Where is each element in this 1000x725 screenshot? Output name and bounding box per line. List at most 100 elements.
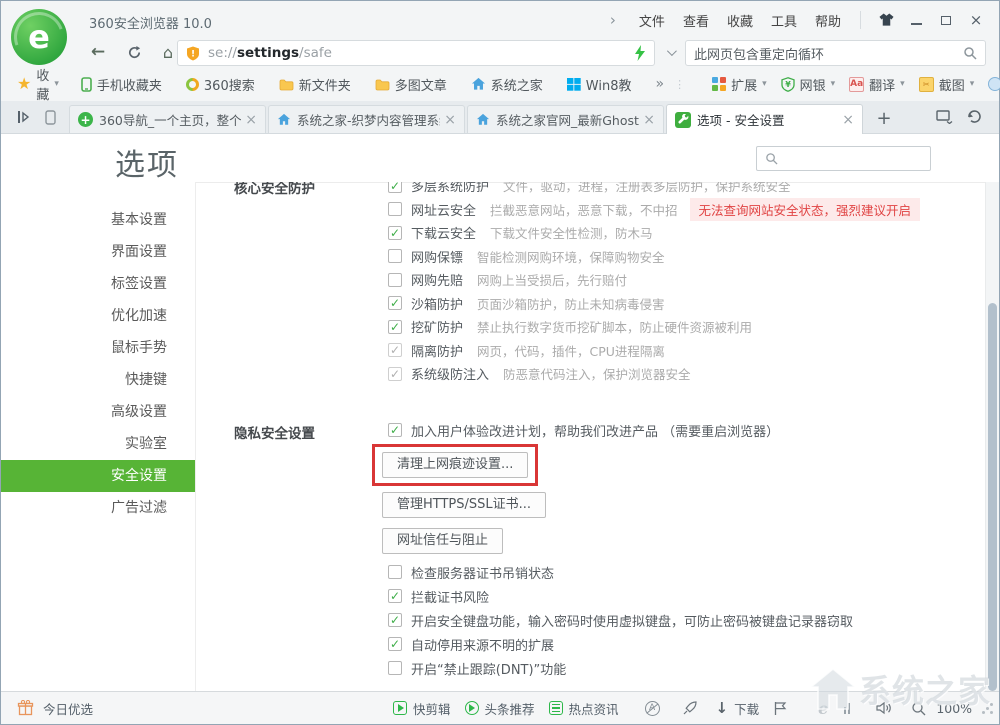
setting-row-ux-program[interactable]: ✓ 加入用户体验改进计划，帮助我们改进产品 （需要重启浏览器） (388, 419, 985, 441)
speaker-icon[interactable] (876, 701, 893, 715)
checkbox[interactable]: ✓ (388, 202, 402, 216)
url-trust-block-button[interactable]: 网址信任与阻止 (382, 528, 503, 554)
manage-certificates-button[interactable]: 管理HTTPS/SSL证书... (382, 492, 546, 518)
tab-list-icon[interactable] (929, 105, 959, 129)
tab-close-icon[interactable]: × (245, 112, 257, 128)
menu-help[interactable]: 帮助 (815, 11, 841, 30)
new-tab-button[interactable]: + (869, 105, 899, 131)
browser-logo-icon[interactable]: e (11, 9, 67, 65)
setting-row-disable-unknown-ext[interactable]: ✓ 自动停用来源不明的扩展 (388, 632, 985, 656)
setting-row-cert-risk[interactable]: ✓ 拦截证书风险 (388, 584, 985, 608)
setting-row-dnt[interactable]: ✓ 开启“禁止跟踪(DNT)”功能 (388, 656, 985, 680)
checkbox[interactable]: ✓ (388, 273, 402, 287)
ie-compat-icon[interactable]: e (818, 699, 828, 718)
bookmark-360-search[interactable]: 360搜索 (186, 75, 255, 94)
download-button[interactable]: ↓ 下载 (716, 699, 760, 718)
checkbox[interactable]: ✓ (388, 637, 402, 651)
speed-lightning-icon[interactable] (634, 45, 646, 61)
back-button[interactable]: ← (83, 39, 113, 65)
resize-grip[interactable] (982, 703, 993, 714)
url-field[interactable]: ! se://settings/safe (177, 40, 655, 66)
bookmark-mobile-favorites[interactable]: 手机收藏夹 (81, 75, 162, 94)
favorites-menu[interactable]: ★ 收藏 ▾ (17, 65, 59, 103)
setting-row-sandbox[interactable]: ✓ 沙箱防护 页面沙箱防护，防止未知病毒侵害 (388, 292, 985, 316)
sidebar-toggle-icon[interactable] (11, 105, 37, 129)
setting-row-download-cloud[interactable]: ✓ 下载云安全 下载文件安全性检测，防木马 (388, 221, 985, 245)
sidebar-item-ad-filter[interactable]: 广告过滤 (1, 492, 195, 524)
flag-report-icon[interactable] (773, 701, 788, 716)
browser-search-field[interactable]: 此网页包含重定向循环 (685, 40, 986, 66)
translate-button[interactable]: Aa 翻译 ▾ (849, 75, 905, 94)
sidebar-item-optimize[interactable]: 优化加速 (1, 300, 195, 332)
sidebar-item-interface[interactable]: 界面设置 (1, 236, 195, 268)
setting-row-anti-injection[interactable]: ✓ 系统级防注入 防恶意代码注入，保护浏览器安全 (388, 362, 985, 386)
checkbox[interactable]: ✓ (388, 589, 402, 603)
checkbox[interactable]: ✓ (388, 613, 402, 627)
close-button[interactable]: × (961, 8, 991, 32)
bookmark-multi-image[interactable]: 多图文章 (375, 75, 447, 94)
reopen-closed-tab-icon[interactable] (959, 105, 989, 129)
menu-view[interactable]: 查看 (683, 11, 709, 30)
login-manager-button[interactable]: 登录管家 (988, 75, 1000, 94)
bookmark-new-folder[interactable]: 新文件夹 (279, 75, 351, 94)
sidebar-item-security[interactable]: 安全设置 (1, 460, 195, 492)
checkbox[interactable]: ✓ (388, 423, 402, 437)
tab-close-icon[interactable]: × (444, 112, 456, 128)
screenshot-button[interactable]: ✂ 截图 ▾ (919, 75, 975, 94)
mobile-view-icon[interactable] (37, 105, 63, 129)
setting-row-mining-protect[interactable]: ✓ 挖矿防护 禁止执行数字货币挖矿脚本，防止硬件资源被利用 (388, 315, 985, 339)
maximize-button[interactable] (931, 8, 961, 32)
skin-icon[interactable] (871, 8, 901, 32)
tab-close-icon[interactable]: × (643, 112, 655, 128)
setting-row-shopping-compensate[interactable]: ✓ 网购先赔 网购上当受损后，先行赔付 (388, 268, 985, 292)
checkbox[interactable]: ✓ (388, 182, 402, 193)
scrollbar-thumb[interactable] (988, 303, 997, 691)
setting-row-isolation[interactable]: ✓ 隔离防护 网页，代码，插件，CPU进程隔离 (388, 339, 985, 363)
today-picks-button[interactable]: 今日优选 (17, 692, 93, 724)
menu-file[interactable]: 文件 (639, 11, 665, 30)
tab-360-nav[interactable]: + 360导航_一个主页，整个世 × (69, 105, 266, 133)
tab-xitongzhijia-official[interactable]: 系统之家官网_最新Ghost X × (467, 105, 664, 133)
sidebar-item-tabs[interactable]: 标签设置 (1, 268, 195, 300)
url-dropdown-caret[interactable] (661, 43, 679, 61)
menu-tools[interactable]: 工具 (771, 11, 797, 30)
settings-search-input[interactable] (756, 146, 931, 171)
checkbox[interactable]: ✓ (388, 565, 402, 579)
checkbox[interactable]: ✓ (388, 226, 402, 240)
tab-xitongzhijia-cms[interactable]: 系统之家-织梦内容管理系统 × (268, 105, 465, 133)
minimize-button[interactable] (901, 8, 931, 32)
hot-news-button[interactable]: 热点资讯 (549, 699, 619, 718)
setting-row-shopping-guard[interactable]: ✓ 网购保镖 智能检测网购环境，保障购物安全 (388, 245, 985, 269)
tab-options-security[interactable]: 选项 - 安全设置 × (666, 104, 863, 134)
setting-row-safe-keyboard[interactable]: ✓ 开启安全键盘功能，输入密码时使用虚拟键盘，可防止密码被键盘记录器窃取 (388, 608, 985, 632)
checkbox[interactable]: ✓ (388, 320, 402, 334)
netbank-button[interactable]: ¥ 网银 ▾ (781, 75, 836, 94)
scrollbar-track[interactable] (985, 182, 999, 693)
checkbox[interactable]: ✓ (388, 661, 402, 675)
ad-filter-icon[interactable]: A (645, 701, 660, 716)
boost-rocket-icon[interactable] (682, 700, 698, 716)
zoom-search-icon[interactable] (911, 701, 926, 716)
refresh-button[interactable] (119, 39, 149, 65)
sidebar-item-advanced[interactable]: 高级设置 (1, 396, 195, 428)
setting-row-url-cloud[interactable]: ✓ 网址云安全 拦截恶意网站，恶意下载，不中招 无法查询网站安全状态，强烈建议开… (388, 198, 985, 222)
search-icon[interactable] (963, 46, 977, 60)
sidebar-item-basic[interactable]: 基本设置 (1, 204, 195, 236)
zoom-level[interactable]: 100% (936, 701, 972, 716)
clear-traces-button[interactable]: 清理上网痕迹设置... (382, 452, 528, 478)
menu-favorites[interactable]: 收藏 (727, 11, 753, 30)
bookmarks-overflow-button[interactable]: » (655, 76, 664, 92)
sidebar-item-mouse-gesture[interactable]: 鼠标手势 (1, 332, 195, 364)
traffic-bars-icon[interactable] (844, 703, 850, 714)
sidebar-item-lab[interactable]: 实验室 (1, 428, 195, 460)
bookmark-win8[interactable]: Win8教 (567, 75, 632, 94)
extensions-button[interactable]: 扩展 ▾ (712, 75, 767, 94)
tab-close-icon[interactable]: × (842, 112, 854, 128)
checkbox[interactable]: ✓ (388, 296, 402, 310)
checkbox[interactable]: ✓ (388, 249, 402, 263)
sidebar-item-shortcut[interactable]: 快捷键 (1, 364, 195, 396)
quick-cut-button[interactable]: 快剪辑 (393, 699, 451, 718)
toutiao-button[interactable]: 头条推荐 (465, 699, 535, 718)
setting-row-cert-revocation[interactable]: ✓ 检查服务器证书吊销状态 (388, 560, 985, 584)
bookmark-xitongzhijia[interactable]: 系统之家 (471, 75, 543, 94)
